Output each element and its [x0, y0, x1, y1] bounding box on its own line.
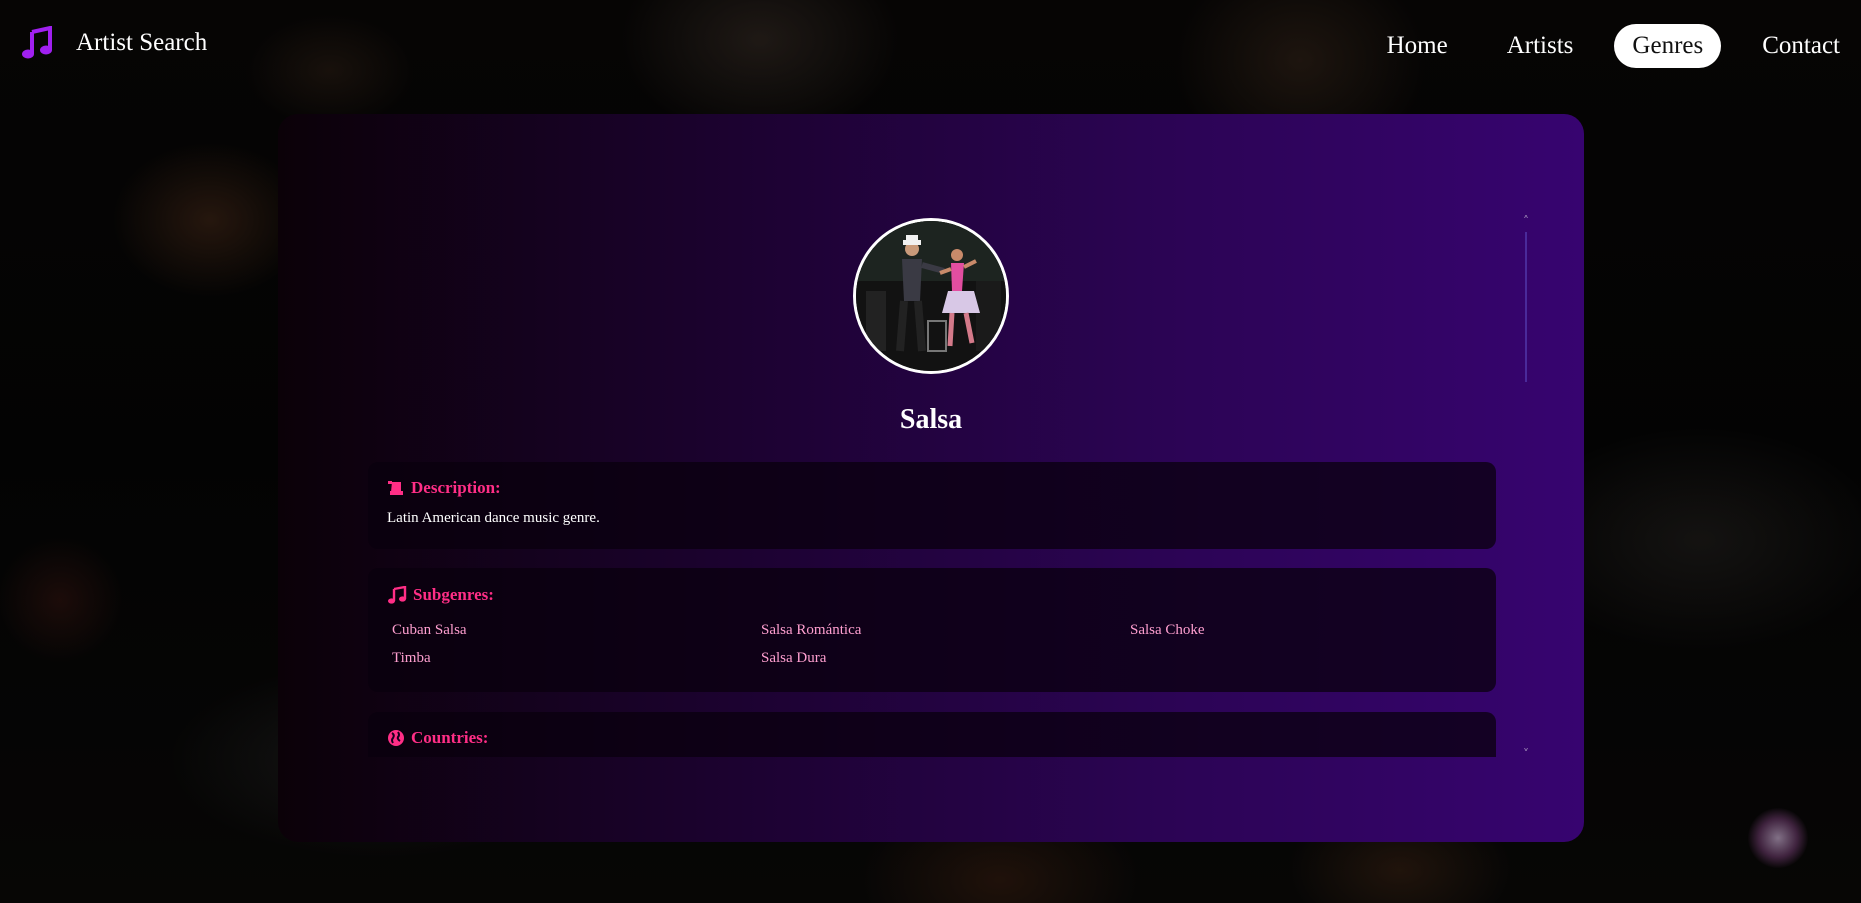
scrollbar-thumb[interactable]: [1525, 232, 1527, 382]
countries-heading: Countries:: [387, 728, 488, 748]
description-section: Description: Latin American dance music …: [368, 462, 1496, 549]
scroll-up-icon[interactable]: ˄: [1516, 214, 1536, 228]
subgenres-heading-label: Subgenres:: [413, 585, 494, 604]
scroll-icon: [388, 481, 403, 495]
nav-home[interactable]: Home: [1369, 24, 1466, 68]
music-note-icon: [388, 586, 407, 604]
subgenre-link[interactable]: Salsa Choke: [1130, 622, 1205, 639]
subgenre-link[interactable]: Cuban Salsa: [392, 622, 467, 639]
countries-heading-label: Countries:: [411, 728, 489, 747]
genre-name: Salsa: [899, 404, 963, 435]
app-logo[interactable]: Artist Search: [20, 25, 208, 60]
main-nav: Home Artists Genres Contact: [1346, 24, 1861, 68]
globe-icon: [388, 730, 404, 746]
description-text: Latin American dance music genre.: [387, 510, 600, 526]
nav-contact[interactable]: Contact: [1744, 24, 1858, 68]
scroll-down-icon[interactable]: ˅: [1516, 747, 1536, 761]
subgenres-section: Subgenres: Cuban Salsa Salsa Romántica S…: [368, 568, 1496, 692]
top-nav-bar: Artist Search Home Artists Genres Contac…: [0, 0, 1861, 95]
app-title: Artist Search: [76, 29, 208, 56]
description-heading: Description:: [387, 478, 501, 498]
subgenre-link[interactable]: Timba: [392, 650, 431, 667]
description-heading-label: Description:: [411, 478, 501, 497]
nav-genres[interactable]: Genres: [1614, 24, 1722, 68]
genre-image: [853, 218, 1009, 374]
subgenres-heading: Subgenres:: [387, 585, 494, 605]
nav-artists[interactable]: Artists: [1489, 24, 1592, 68]
genre-scroll-area[interactable]: Salsa Description: Latin American dance …: [278, 114, 1584, 757]
subgenre-link[interactable]: Salsa Dura: [761, 650, 826, 667]
subgenre-link[interactable]: Salsa Romántica: [761, 622, 861, 639]
countries-section: Countries:: [368, 712, 1496, 757]
vertical-scrollbar[interactable]: ˄ ˅: [1516, 214, 1536, 842]
floating-glow-orb: [1748, 808, 1808, 868]
genre-detail-card: Salsa Description: Latin American dance …: [278, 114, 1584, 842]
music-note-icon: [20, 25, 54, 60]
